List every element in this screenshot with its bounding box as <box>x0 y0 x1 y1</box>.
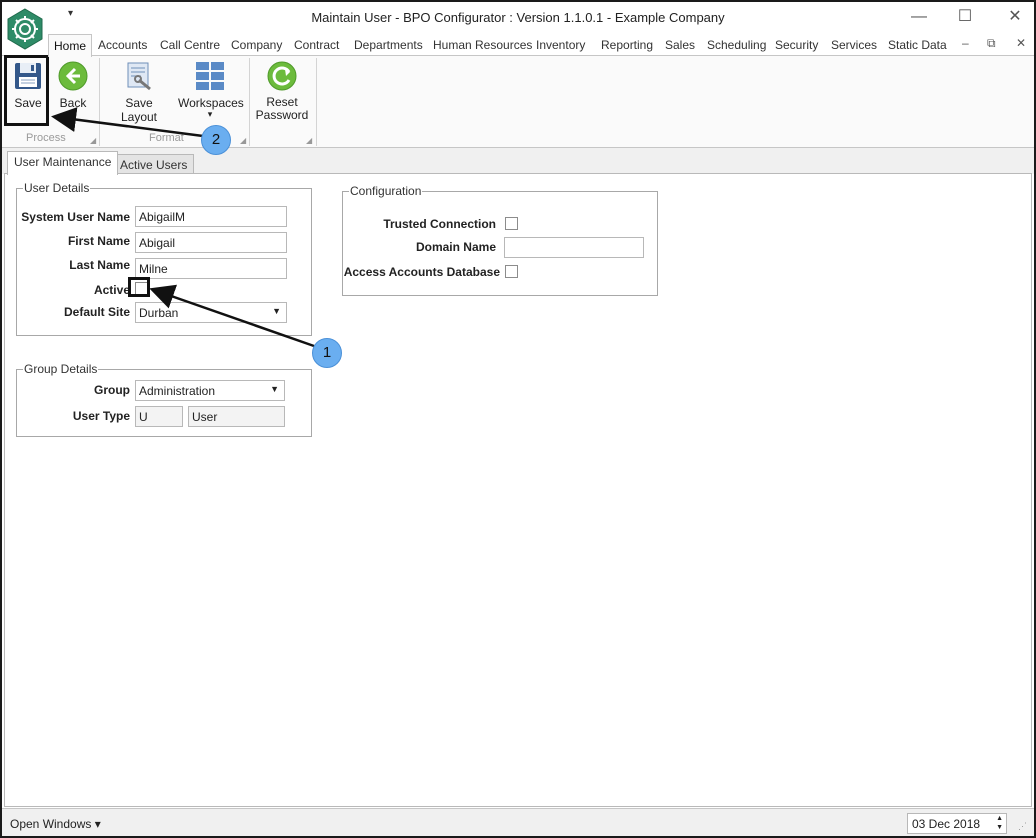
tab-home[interactable]: Home <box>48 34 93 57</box>
app-gear-logo-icon[interactable] <box>4 8 46 50</box>
callout-arrows <box>51 107 315 348</box>
callout-badge-2: 2 <box>201 125 231 155</box>
callout-badge-1: 1 <box>312 338 342 368</box>
callout-arrow-1 <box>149 284 315 348</box>
tab-user-maintenance[interactable]: User Maintenance <box>7 151 119 175</box>
callout-arrow-2 <box>51 107 204 138</box>
